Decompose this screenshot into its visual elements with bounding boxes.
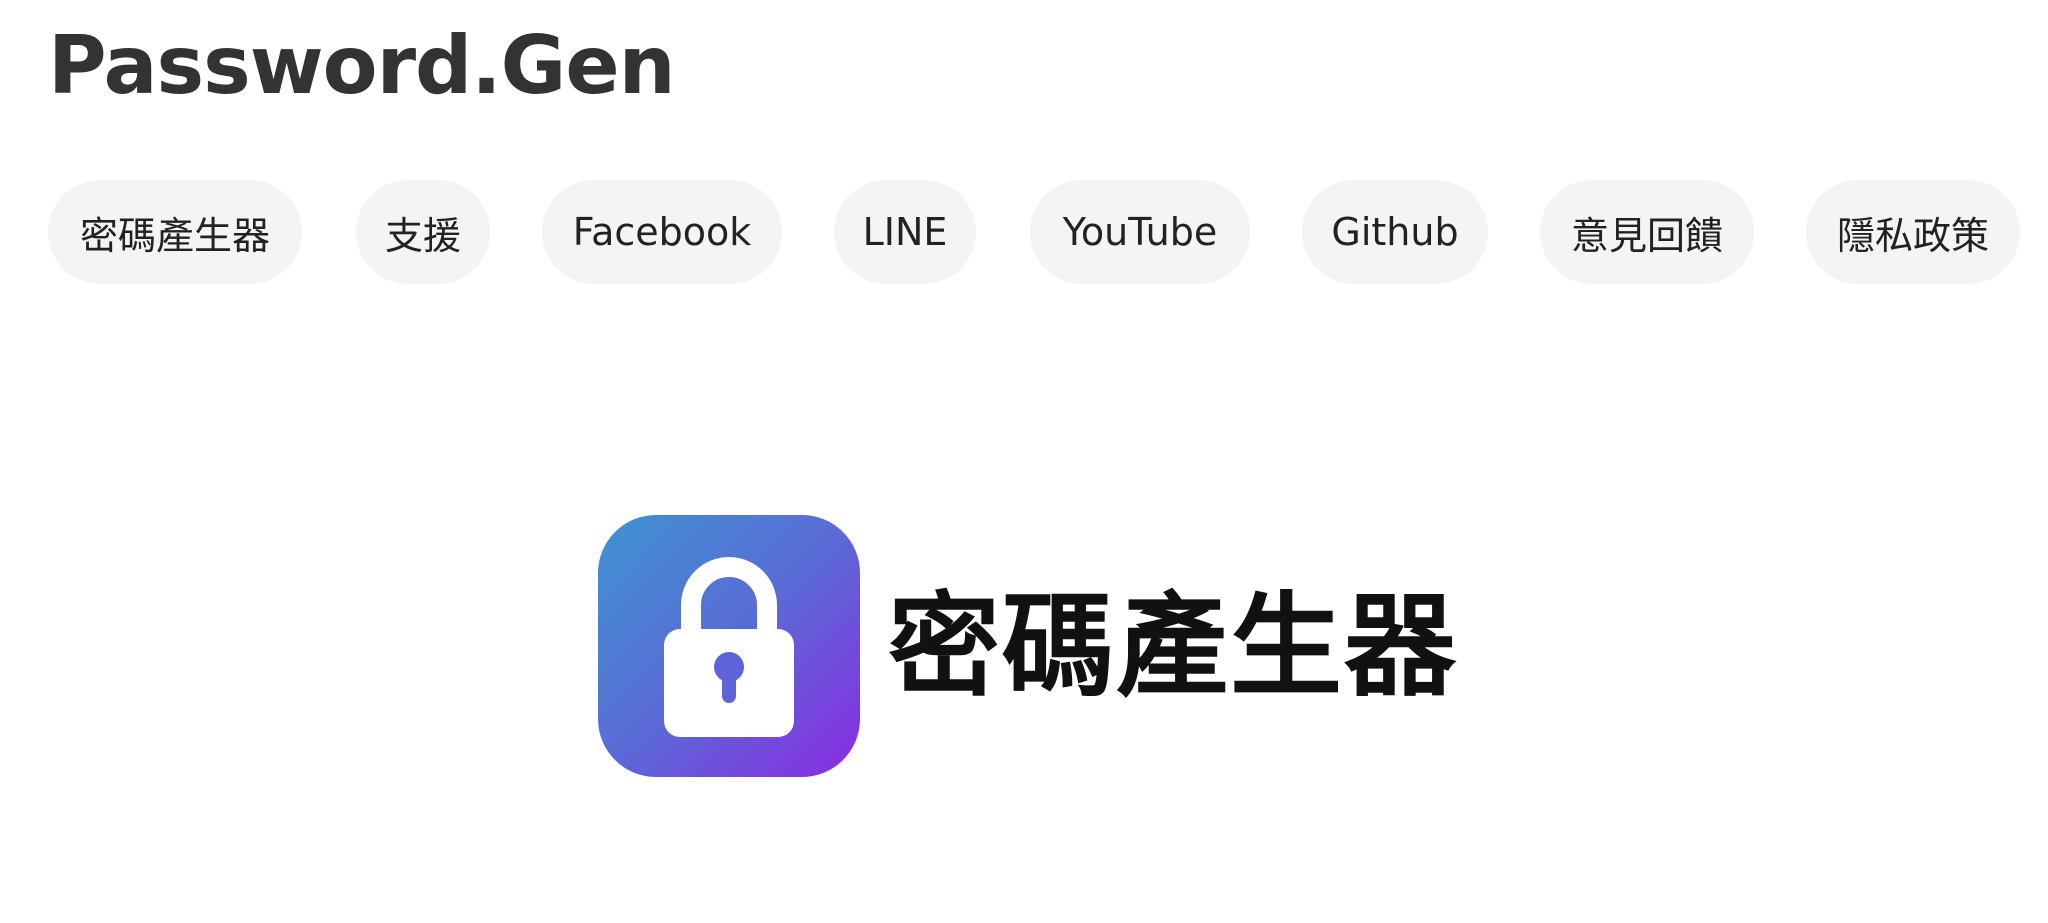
padlock-icon [598, 515, 860, 777]
nav-item-support[interactable]: 支援 [356, 180, 490, 284]
nav-item-password-generator[interactable]: 密碼產生器 [48, 180, 302, 284]
page: Password.Gen 密碼產生器 支援 Facebook LINE YouT… [0, 0, 2048, 923]
nav-item-privacy-policy[interactable]: 隱私政策 [1806, 180, 2020, 284]
hero-logo: 密碼產生器 [598, 515, 1478, 780]
nav-item-feedback[interactable]: 意見回饋 [1540, 180, 1754, 284]
nav-item-github[interactable]: Github [1302, 180, 1488, 284]
main-nav: 密碼產生器 支援 Facebook LINE YouTube Github 意見… [48, 180, 2028, 284]
nav-item-line[interactable]: LINE [834, 180, 976, 284]
site-title[interactable]: Password.Gen [48, 12, 676, 120]
nav-item-youtube[interactable]: YouTube [1030, 180, 1250, 284]
nav-item-facebook[interactable]: Facebook [542, 180, 782, 284]
hero-title: 密碼產生器 [888, 582, 1458, 712]
